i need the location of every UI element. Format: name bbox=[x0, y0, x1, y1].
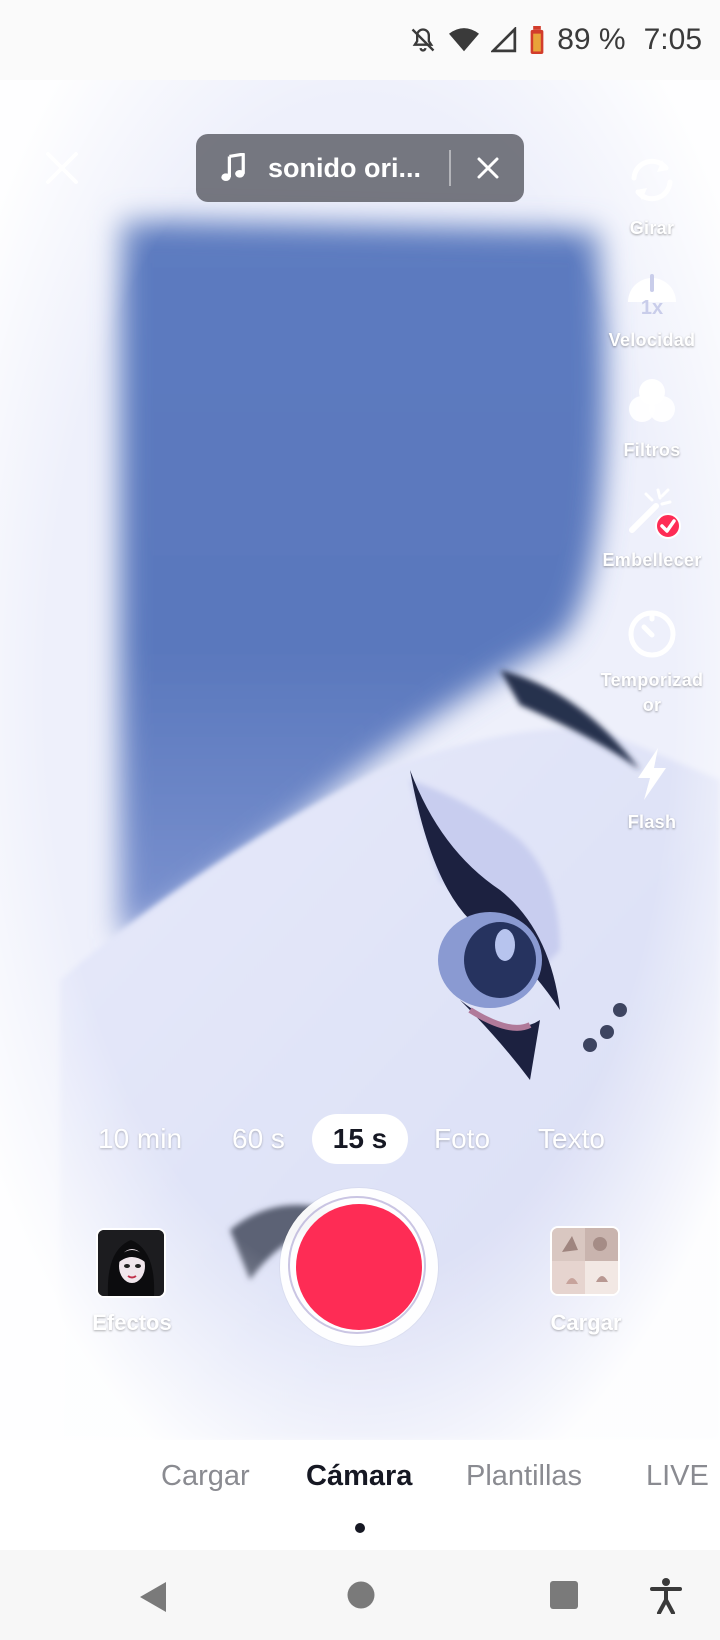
tool-label-velocidad: Velocidad bbox=[608, 330, 696, 350]
sound-selector[interactable]: sonido ori... bbox=[196, 134, 524, 202]
tool-embellecer[interactable]: Embellecer bbox=[590, 482, 714, 573]
effects-thumbnail bbox=[98, 1230, 164, 1296]
tool-label-filtros: Filtros bbox=[623, 440, 681, 460]
flash-icon bbox=[622, 744, 682, 804]
tab-camara[interactable]: Cámara bbox=[306, 1460, 412, 1493]
timer-icon bbox=[622, 602, 682, 662]
tool-velocidad[interactable]: 1x Velocidad bbox=[590, 262, 714, 353]
upload-label: Cargar bbox=[550, 1310, 622, 1335]
upload-button[interactable] bbox=[550, 1226, 620, 1296]
tab-live[interactable]: LIVE bbox=[646, 1460, 709, 1493]
effects-label: Efectos bbox=[92, 1310, 172, 1335]
beautify-icon bbox=[622, 482, 682, 542]
tab-plantillas[interactable]: Plantillas bbox=[466, 1460, 582, 1493]
signal-icon bbox=[491, 27, 517, 53]
active-tab-indicator bbox=[355, 1523, 365, 1533]
close-icon bbox=[46, 152, 78, 184]
flip-camera-icon bbox=[622, 150, 682, 210]
duration-option[interactable]: 60 s bbox=[232, 1114, 285, 1164]
duration-option[interactable]: Foto bbox=[434, 1114, 490, 1164]
tool-flash[interactable]: Flash bbox=[590, 744, 714, 835]
tool-label-flash: Flash bbox=[627, 812, 677, 832]
tab-cargar[interactable]: Cargar bbox=[161, 1460, 250, 1493]
tool-temporizador[interactable]: Temporizad or bbox=[590, 602, 714, 718]
back-icon[interactable] bbox=[138, 1580, 168, 1619]
bottom-tabs: Cargar Cámara Plantillas LIVE bbox=[0, 1440, 720, 1550]
record-inner bbox=[296, 1204, 422, 1330]
system-navbar bbox=[0, 1550, 720, 1640]
duration-option[interactable]: 10 min bbox=[98, 1114, 182, 1164]
speed-icon: 1x bbox=[622, 262, 682, 322]
wifi-icon bbox=[449, 27, 480, 53]
tool-label-embellecer: Embellecer bbox=[602, 550, 702, 570]
clock: 7:05 bbox=[643, 23, 702, 56]
upload-thumbnail bbox=[552, 1228, 618, 1294]
duration-option-selected[interactable]: 15 s bbox=[312, 1114, 408, 1164]
sound-label: sonido ori... bbox=[268, 152, 421, 183]
camera-screen: 89 % 7:05 sonido ori... Girar 1x Velocid… bbox=[0, 0, 720, 1640]
tool-filtros[interactable]: Filtros bbox=[590, 372, 714, 463]
tool-label-girar: Girar bbox=[629, 218, 675, 238]
accessibility-icon[interactable] bbox=[650, 1578, 682, 1619]
home-icon[interactable] bbox=[346, 1580, 376, 1615]
effects-button[interactable] bbox=[96, 1228, 166, 1298]
tool-label-temporizador: Temporizad or bbox=[600, 670, 704, 715]
tool-girar[interactable]: Girar bbox=[590, 150, 714, 241]
mute-icon bbox=[409, 26, 437, 54]
music-note-icon bbox=[221, 153, 245, 182]
battery-icon bbox=[529, 26, 545, 54]
recents-icon[interactable] bbox=[549, 1580, 579, 1615]
duration-option[interactable]: Texto bbox=[538, 1114, 605, 1164]
close-camera-button[interactable] bbox=[42, 148, 82, 188]
remove-sound-icon[interactable] bbox=[474, 154, 502, 182]
status-bar: 89 % 7:05 bbox=[0, 0, 720, 80]
svg-text:1x: 1x bbox=[641, 297, 663, 319]
filters-icon bbox=[622, 372, 682, 432]
sound-divider bbox=[449, 150, 451, 186]
duration-selector: 10 min 60 s 15 s Foto Texto bbox=[0, 1114, 720, 1164]
battery-percent: 89 % bbox=[557, 23, 626, 56]
record-button[interactable] bbox=[280, 1188, 438, 1346]
